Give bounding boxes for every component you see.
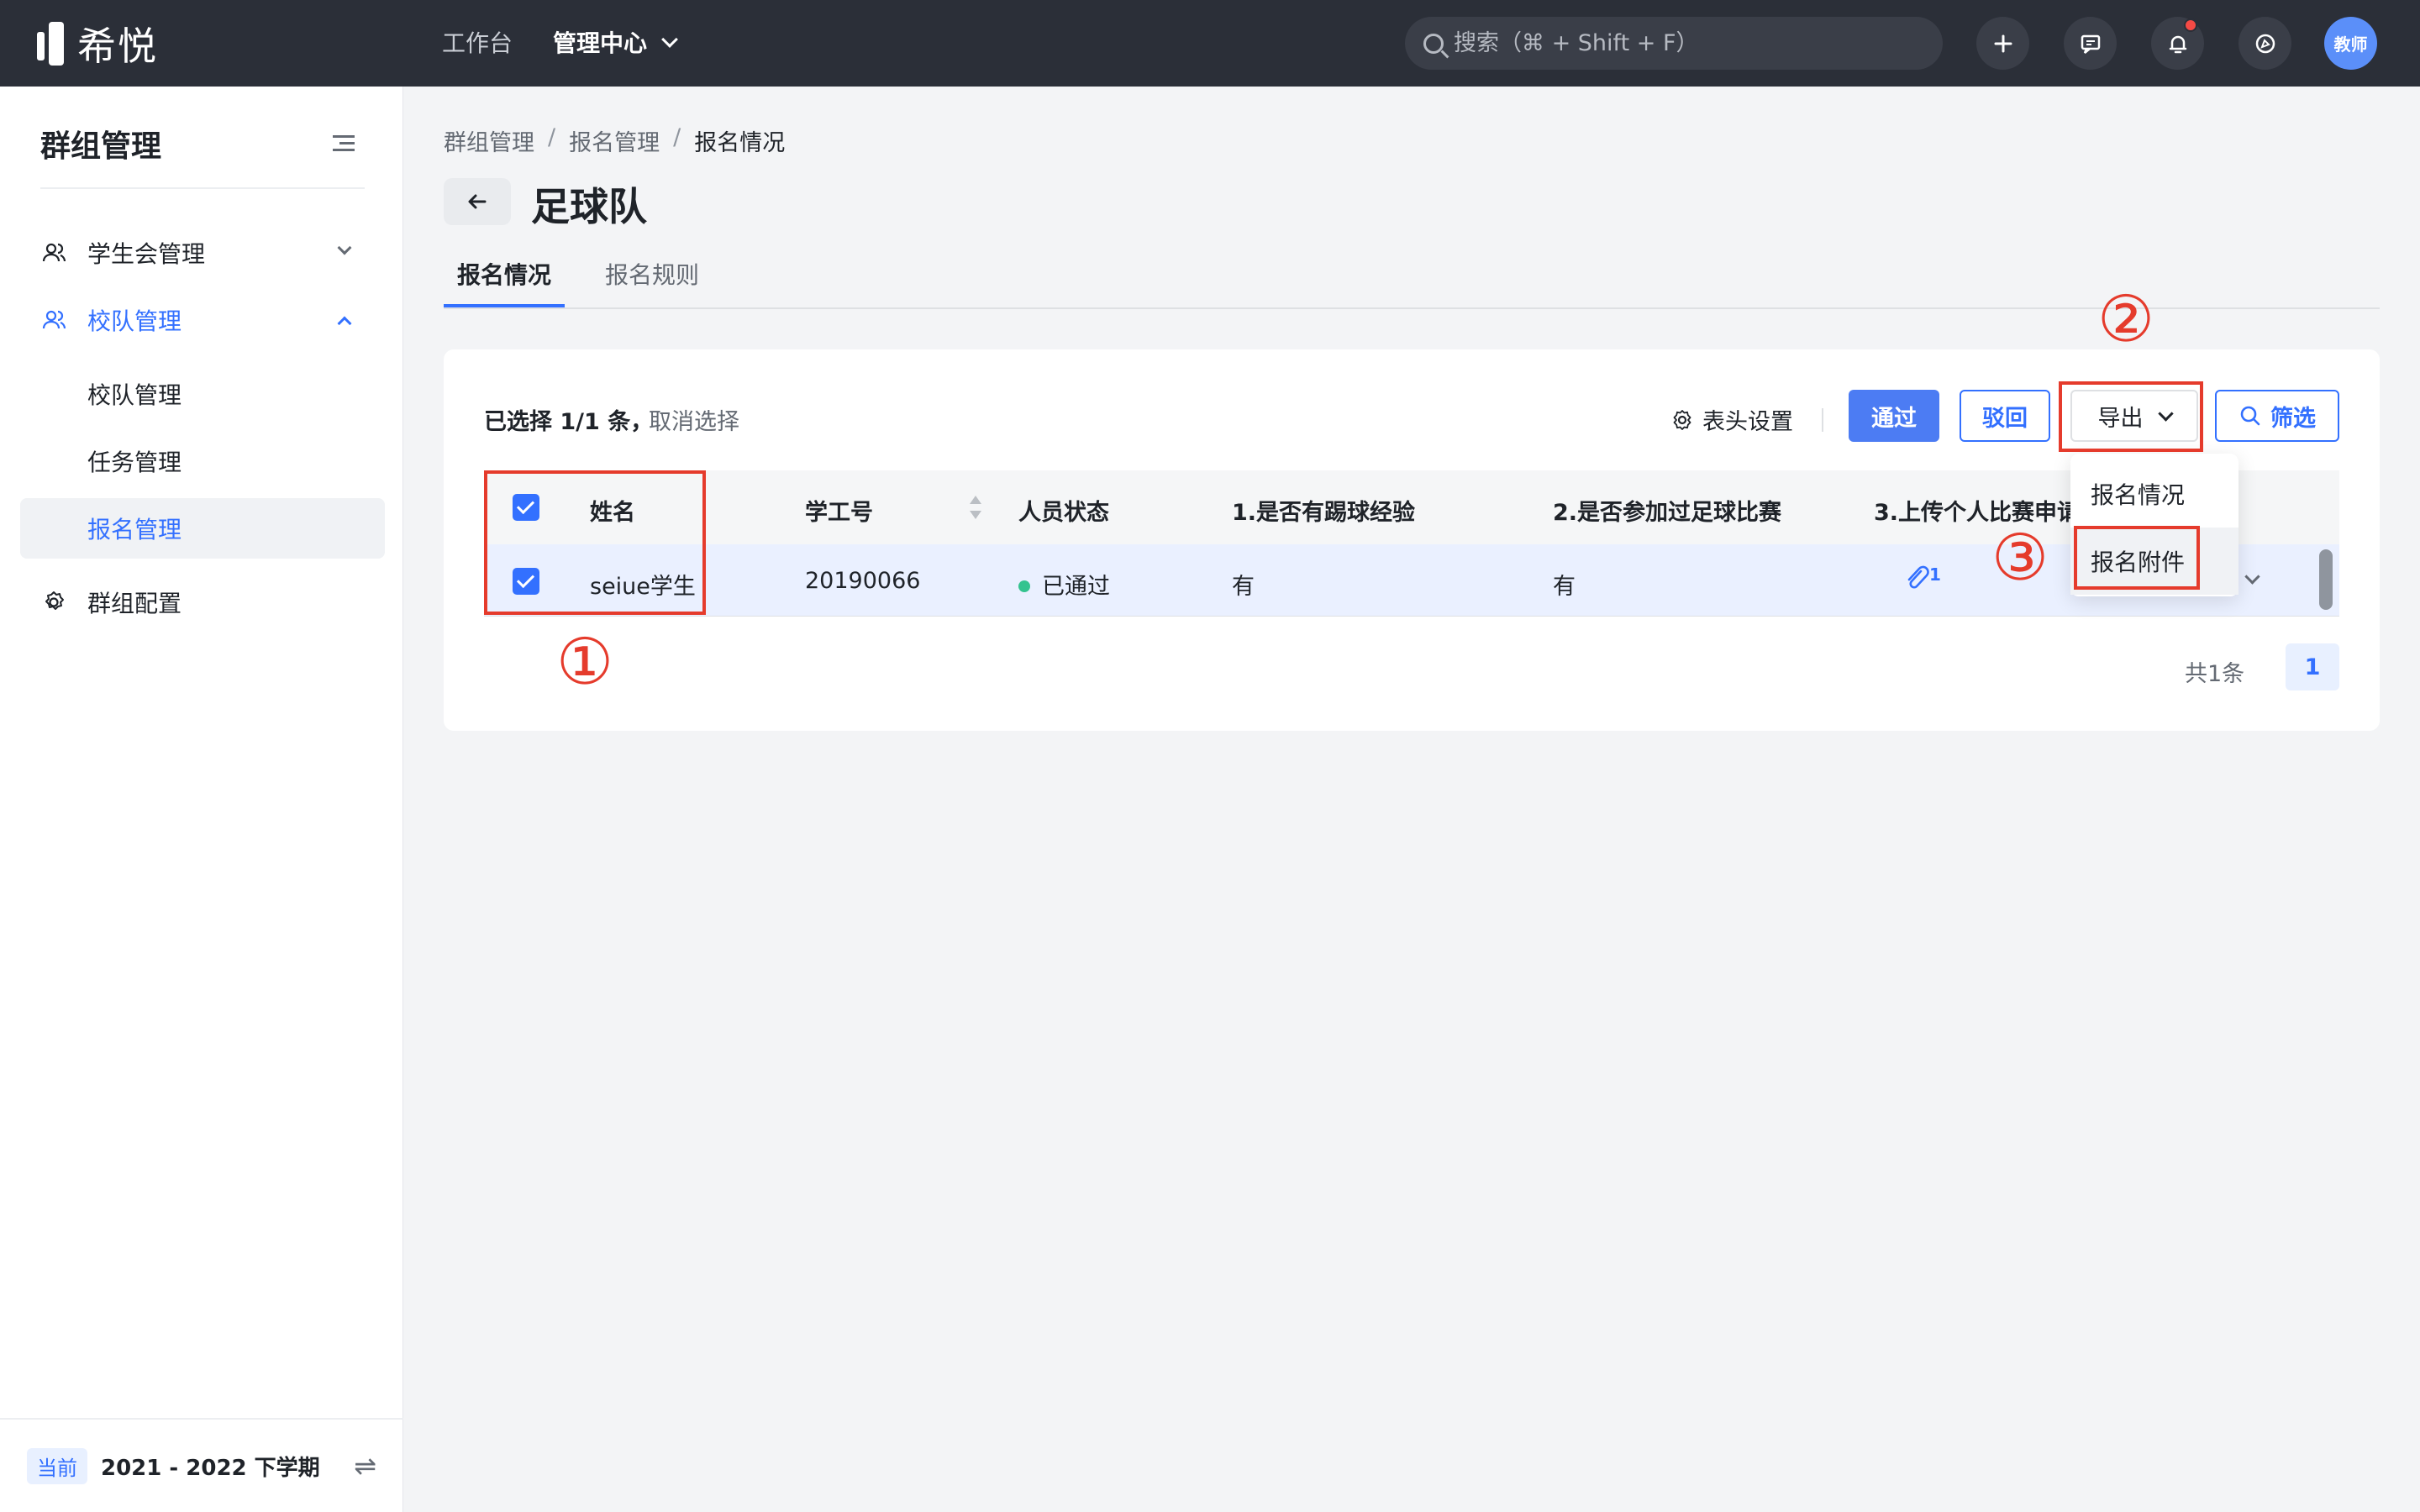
pagination-total: 共1条 [2185, 661, 2245, 687]
table-row[interactable]: seiue学生 20190066 已通过 有 有 1 [484, 544, 2339, 617]
notification-dot [2184, 18, 2197, 32]
users-icon [40, 239, 67, 266]
sidebar-item-group-config[interactable]: 群组配置 [20, 572, 385, 633]
annotation-number-3: ③ [1991, 520, 2049, 595]
column-settings-button[interactable]: 表头设置 [1670, 403, 1793, 436]
breadcrumb-item[interactable]: 报名管理 [569, 124, 660, 157]
cell-status: 已通过 [1018, 568, 1110, 601]
gear-icon [1673, 409, 1691, 430]
tab-registration-status[interactable]: 报名情况 [457, 257, 551, 291]
messages-button[interactable] [2064, 17, 2117, 70]
table-header: 姓名 学工号 人员状态 1.是否有踢球经验 2.是否参加过足球比赛 3.上传个人… [484, 470, 2339, 544]
annotation-box-1 [484, 470, 706, 615]
filter-label: 筛选 [2270, 405, 2316, 432]
chevron-down-icon [337, 240, 352, 255]
column-settings-label: 表头设置 [1702, 409, 1793, 435]
paperclip-icon [1907, 565, 1929, 589]
header-student-id[interactable]: 学工号 [805, 494, 873, 527]
compass-icon [2255, 34, 2275, 53]
top-nav: 工作台 管理中心 [442, 25, 678, 59]
attachment-link[interactable]: 1 [1904, 564, 1941, 593]
plus-icon [1994, 34, 2012, 52]
page-title: 足球队 [531, 184, 647, 229]
filter-button[interactable]: 筛选 [2215, 390, 2339, 442]
swap-icon[interactable]: ⇌ [354, 1450, 376, 1482]
header-q2: 2.是否参加过足球比赛 [1553, 500, 1782, 526]
header-q3: 3.上传个人比赛申请 [1874, 500, 2081, 526]
notifications-button[interactable] [2151, 17, 2204, 70]
tab-registration-rules[interactable]: 报名规则 [605, 257, 699, 291]
breadcrumb-item[interactable]: 群组管理 [444, 124, 534, 157]
active-tab-indicator [444, 304, 565, 307]
sidebar-subitem-team-management[interactable]: 校队管理 [20, 364, 385, 424]
nav-admin-center-label: 管理中心 [553, 29, 648, 57]
status-label: 已通过 [1042, 574, 1110, 600]
sidebar-title: 群组管理 [40, 129, 162, 164]
users-icon [40, 307, 67, 333]
logo-text: 希悦 [77, 24, 158, 69]
sidebar: 群组管理 学生会管理 校队管理 校队管理 任务管理 报名管理 群组配置 当前 2… [0, 87, 403, 1512]
tab-bar: 报名情况 报名规则 [444, 250, 2380, 309]
breadcrumb-current: 报名情况 [694, 130, 786, 156]
arrow-left-icon [468, 194, 487, 209]
current-term-label: 2021 - 2022 下学期 [101, 1455, 320, 1481]
back-button[interactable] [444, 178, 511, 225]
status-dot [1018, 580, 1030, 592]
search-input[interactable] [1454, 30, 1924, 56]
pagination-page-1[interactable]: 1 [2286, 643, 2339, 690]
chevron-down-icon [661, 31, 678, 48]
sort-icon[interactable] [970, 496, 981, 519]
cell-q1: 有 [1232, 574, 1255, 600]
gear-icon [40, 589, 67, 616]
top-bar: 希悦 工作台 管理中心 教师 [0, 0, 2420, 87]
sidebar-item-label: 群组配置 [87, 590, 182, 617]
annotation-number-2: ② [2097, 281, 2155, 356]
avatar[interactable]: 教师 [2324, 17, 2377, 70]
collapse-sidebar-icon[interactable] [333, 135, 355, 152]
chevron-up-icon [337, 316, 352, 331]
selection-count: 已选择 1/1 条， [484, 409, 654, 435]
reject-button[interactable]: 驳回 [1960, 390, 2050, 442]
sidebar-item-student-union[interactable]: 学生会管理 [20, 223, 385, 283]
search-icon [2240, 406, 2260, 426]
chevron-down-icon[interactable] [2244, 569, 2260, 585]
breadcrumb-separator: / [548, 124, 556, 150]
sidebar-item-school-team[interactable]: 校队管理 [20, 290, 385, 350]
horizontal-scrollbar[interactable] [2319, 544, 2333, 617]
breadcrumb-separator: / [673, 124, 681, 150]
sidebar-item-label: 学生会管理 [87, 240, 206, 268]
logo-icon [37, 22, 67, 66]
nav-admin-center[interactable]: 管理中心 [553, 25, 678, 59]
export-registration-status[interactable]: 报名情况 [2070, 460, 2238, 528]
nav-workbench[interactable]: 工作台 [442, 25, 513, 59]
sidebar-item-label: 校队管理 [87, 307, 182, 335]
annotation-number-1: ① [556, 624, 614, 699]
cell-q2: 有 [1553, 574, 1576, 600]
breadcrumb: 群组管理 / 报名管理 / 报名情况 [444, 124, 785, 157]
add-button[interactable] [1976, 17, 2029, 70]
annotation-box-3 [2074, 526, 2200, 590]
sidebar-subitem-task-management[interactable]: 任务管理 [20, 431, 385, 491]
bell-icon [2169, 35, 2186, 53]
search-icon [1423, 33, 1444, 54]
annotation-box-2 [2059, 381, 2203, 452]
cancel-selection-link[interactable]: 取消选择 [649, 403, 739, 436]
app-center-button[interactable] [2238, 17, 2291, 70]
current-term-badge: 当前 [27, 1447, 87, 1484]
sidebar-subitem-registration-management[interactable]: 报名管理 [20, 498, 385, 559]
message-icon [2081, 34, 2100, 54]
approve-button[interactable]: 通过 [1849, 390, 1939, 442]
cell-student-id: 20190066 [805, 568, 921, 594]
toolbar-divider [1822, 408, 1823, 432]
app-logo[interactable]: 希悦 [37, 20, 158, 69]
header-status: 人员状态 [1018, 500, 1109, 526]
header-q1: 1.是否有踢球经验 [1232, 500, 1416, 526]
attachment-count: 1 [1929, 564, 1941, 585]
sidebar-divider [40, 187, 365, 189]
term-switcher[interactable]: 当前 2021 - 2022 下学期 ⇌ [0, 1418, 403, 1512]
global-search[interactable] [1405, 17, 1943, 70]
